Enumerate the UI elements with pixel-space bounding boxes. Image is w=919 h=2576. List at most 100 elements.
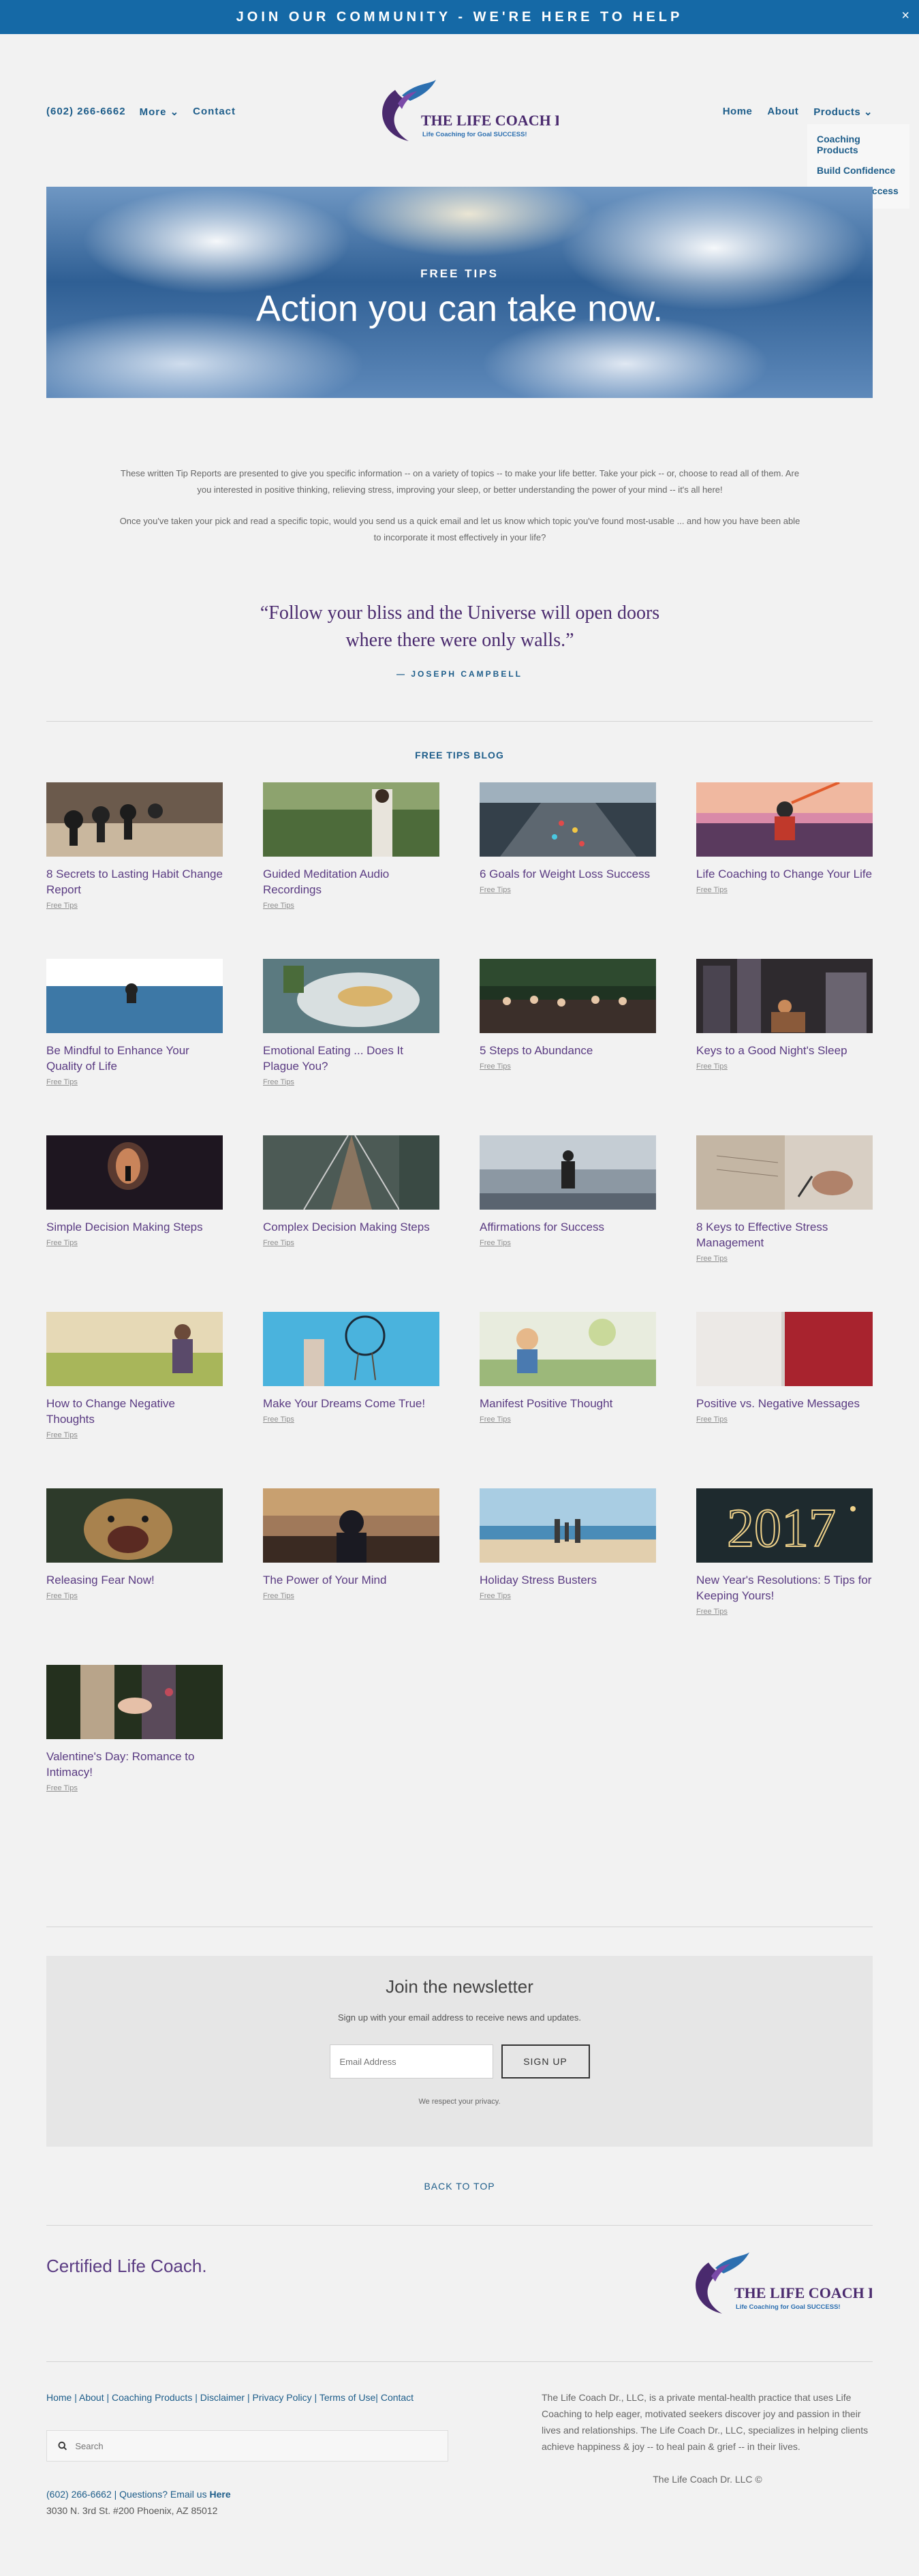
post-category[interactable]: Free Tips [263, 1415, 439, 1424]
dropdown-item-build-confidence[interactable]: Build Confidence [817, 165, 900, 176]
footer-search[interactable] [46, 2430, 448, 2462]
post-title[interactable]: Guided Meditation Audio Recordings [263, 866, 439, 898]
post-category[interactable]: Free Tips [480, 1592, 656, 1600]
post-thumbnail[interactable]: 2017 [696, 1488, 873, 1563]
post-title[interactable]: Life Coaching to Change Your Life [696, 866, 873, 882]
footer-link-coaching-products[interactable]: Coaching Products [112, 2392, 192, 2403]
nav-about[interactable]: About [767, 106, 798, 118]
post-title[interactable]: 5 Steps to Abundance [480, 1043, 656, 1058]
post-title[interactable]: 6 Goals for Weight Loss Success [480, 866, 656, 882]
post-title[interactable]: The Power of Your Mind [263, 1572, 439, 1588]
nav-products[interactable]: Products ⌄ [813, 106, 873, 118]
post-thumbnail[interactable] [696, 1135, 873, 1210]
post-category[interactable]: Free Tips [46, 902, 223, 910]
post-thumbnail[interactable] [480, 1312, 656, 1386]
blog-card: How to Change Negative Thoughts Free Tip… [46, 1312, 223, 1488]
post-title[interactable]: 8 Keys to Effective Stress Management [696, 1219, 873, 1251]
hero-title: Action you can take now. [255, 288, 664, 329]
post-category[interactable]: Free Tips [46, 1784, 223, 1792]
post-thumbnail[interactable] [696, 782, 873, 857]
post-thumbnail[interactable] [46, 1312, 223, 1386]
post-title[interactable]: Holiday Stress Busters [480, 1572, 656, 1588]
quote-text: “Follow your bliss and the Universe will… [260, 602, 660, 651]
signup-button[interactable]: SIGN UP [501, 2044, 590, 2079]
blog-card: Keys to a Good Night's Sleep Free Tips [696, 959, 873, 1135]
post-category[interactable]: Free Tips [696, 1608, 873, 1616]
email-field[interactable] [329, 2044, 493, 2079]
footer-link-about[interactable]: About [79, 2392, 104, 2403]
email-link[interactable]: Here [209, 2489, 230, 2500]
post-title[interactable]: Keys to a Good Night's Sleep [696, 1043, 873, 1058]
post-category[interactable]: Free Tips [263, 1078, 439, 1086]
post-title[interactable]: How to Change Negative Thoughts [46, 1396, 223, 1427]
post-thumbnail[interactable] [263, 959, 439, 1033]
post-thumbnail[interactable] [46, 1488, 223, 1563]
nav-home[interactable]: Home [723, 106, 753, 118]
contact-link[interactable]: Contact [193, 106, 236, 118]
post-title[interactable]: 8 Secrets to Lasting Habit Change Report [46, 866, 223, 898]
post-title[interactable]: Releasing Fear Now! [46, 1572, 223, 1588]
blog-card: Manifest Positive Thought Free Tips [480, 1312, 656, 1488]
footer-link-terms[interactable]: Terms of Use [320, 2392, 375, 2403]
post-thumbnail[interactable] [696, 959, 873, 1033]
post-title[interactable]: Positive vs. Negative Messages [696, 1396, 873, 1411]
post-thumbnail[interactable] [263, 1135, 439, 1210]
search-input[interactable] [75, 2440, 437, 2451]
more-menu[interactable]: More ⌄ [140, 106, 180, 118]
footer-link-contact[interactable]: Contact [381, 2392, 414, 2403]
post-category[interactable]: Free Tips [46, 1239, 223, 1247]
post-thumbnail[interactable] [46, 1665, 223, 1739]
post-thumbnail[interactable] [46, 782, 223, 857]
post-title[interactable]: Affirmations for Success [480, 1219, 656, 1235]
post-category[interactable]: Free Tips [263, 902, 439, 910]
post-title[interactable]: Valentine's Day: Romance to Intimacy! [46, 1749, 223, 1780]
post-category[interactable]: Free Tips [696, 1062, 873, 1071]
post-title[interactable]: Complex Decision Making Steps [263, 1219, 439, 1235]
footer-link-disclaimer[interactable]: Disclaimer [200, 2392, 245, 2403]
post-thumbnail[interactable] [263, 1312, 439, 1386]
post-title[interactable]: Simple Decision Making Steps [46, 1219, 223, 1235]
post-thumbnail[interactable] [480, 959, 656, 1033]
blog-card: Positive vs. Negative Messages Free Tips [696, 1312, 873, 1488]
announcement-text[interactable]: JOIN OUR COMMUNITY - WE'RE HERE TO HELP [236, 10, 683, 25]
post-category[interactable]: Free Tips [46, 1078, 223, 1086]
post-title[interactable]: Be Mindful to Enhance Your Quality of Li… [46, 1043, 223, 1074]
post-category[interactable]: Free Tips [696, 886, 873, 894]
post-thumbnail[interactable] [696, 1312, 873, 1386]
post-category[interactable]: Free Tips [480, 1239, 656, 1247]
post-category[interactable]: Free Tips [46, 1592, 223, 1600]
footer-link-privacy-policy[interactable]: Privacy Policy [253, 2392, 312, 2403]
post-title[interactable]: Manifest Positive Thought [480, 1396, 656, 1411]
post-title[interactable]: New Year's Resolutions: 5 Tips for Keepi… [696, 1572, 873, 1604]
phone-link[interactable]: (602) 266-6662 [46, 106, 126, 118]
post-category[interactable]: Free Tips [696, 1415, 873, 1424]
post-thumbnail[interactable] [480, 1135, 656, 1210]
footer-phone[interactable]: (602) 266-6662 [46, 2489, 112, 2500]
site-logo[interactable]: THE LIFE COACH DR. Life Coaching for Goa… [368, 76, 559, 151]
post-thumbnail[interactable] [263, 1488, 439, 1563]
footer-logo[interactable]: THE LIFE COACH DR. Life Coaching for Goa… [681, 2249, 872, 2324]
dropdown-item-coaching-products[interactable]: Coaching Products [817, 134, 900, 155]
more-label: More [139, 106, 167, 118]
back-to-top-link[interactable]: BACK TO TOP [0, 2181, 919, 2192]
post-thumbnail[interactable] [480, 1488, 656, 1563]
post-category[interactable]: Free Tips [480, 1062, 656, 1071]
post-category[interactable]: Free Tips [263, 1592, 439, 1600]
post-thumbnail[interactable] [263, 782, 439, 857]
post-category[interactable]: Free Tips [46, 1431, 223, 1439]
post-category[interactable]: Free Tips [480, 886, 656, 894]
privacy-note: We respect your privacy. [418, 2098, 501, 2106]
post-thumbnail[interactable] [46, 1135, 223, 1210]
post-title[interactable]: Emotional Eating ... Does It Plague You? [263, 1043, 439, 1074]
intro-paragraph-2: Once you've taken your pick and read a s… [119, 516, 800, 542]
announcement-bar[interactable]: JOIN OUR COMMUNITY - WE'RE HERE TO HELP … [0, 0, 919, 34]
post-category[interactable]: Free Tips [263, 1239, 439, 1247]
close-icon[interactable]: × [901, 8, 909, 24]
logo-title: THE LIFE COACH DR. [421, 112, 559, 129]
post-title[interactable]: Make Your Dreams Come True! [263, 1396, 439, 1411]
footer-link-home[interactable]: Home [46, 2392, 72, 2403]
post-thumbnail[interactable] [480, 782, 656, 857]
post-category[interactable]: Free Tips [696, 1255, 873, 1263]
post-category[interactable]: Free Tips [480, 1415, 656, 1424]
post-thumbnail[interactable] [46, 959, 223, 1033]
